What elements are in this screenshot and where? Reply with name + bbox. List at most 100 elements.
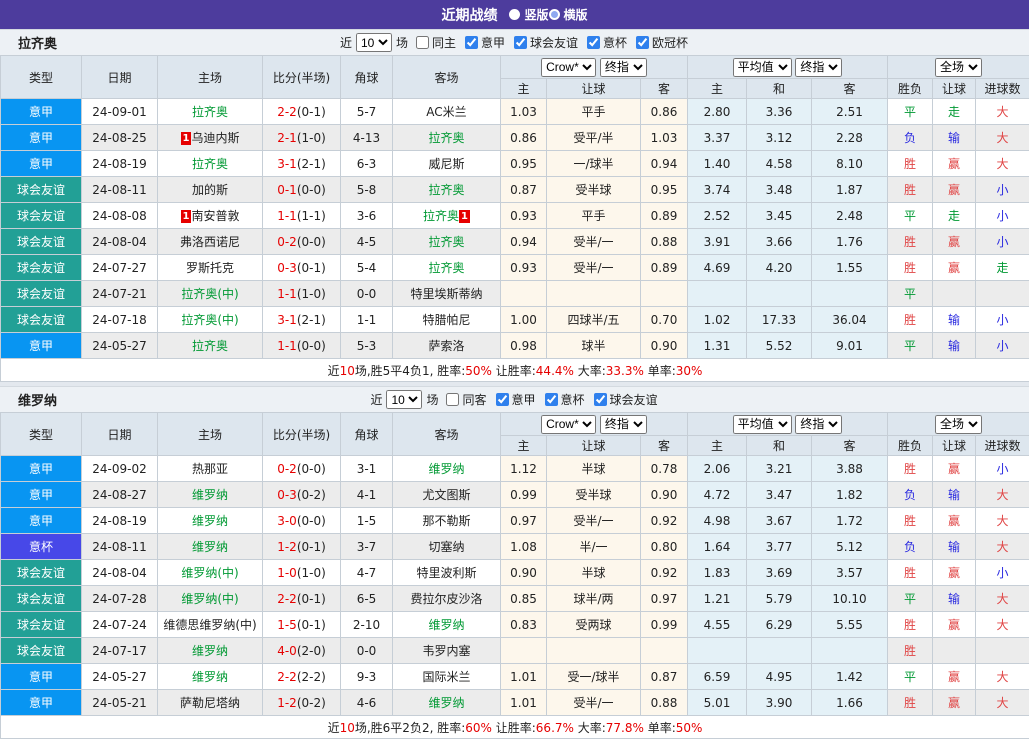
odds-handicap <box>547 638 641 664</box>
home-team-name[interactable]: 维罗纳 <box>192 514 228 528</box>
corners: 4-7 <box>341 560 393 586</box>
result-goals: 小 <box>976 456 1029 482</box>
match-count-select[interactable]: 10 <box>386 390 422 409</box>
away-team-name[interactable]: 拉齐奥 <box>428 235 464 249</box>
view-mode-radio[interactable]: 竖版 <box>509 6 548 23</box>
avg-provider-select[interactable]: 平均值 <box>733 415 792 434</box>
corners: 4-6 <box>341 690 393 716</box>
scope-select[interactable]: 全场 <box>935 415 982 434</box>
league-filter-checkbox[interactable] <box>636 36 649 49</box>
half-score: (0-2) <box>297 696 326 710</box>
league-badge: 球会友谊 <box>1 560 82 586</box>
full-score: 1-2 <box>277 540 297 554</box>
corners: 5-3 <box>341 333 393 359</box>
match-count-select[interactable]: 10 <box>356 33 392 52</box>
home-team-name[interactable]: 拉齐奥 <box>192 157 228 171</box>
odds-home: 1.01 <box>501 690 547 716</box>
odds-handicap: 球半 <box>547 333 641 359</box>
avg-final-select[interactable]: 终指 <box>795 415 842 434</box>
odds-handicap: 受一/球半 <box>547 664 641 690</box>
home-team-name[interactable]: 维罗纳 <box>192 488 228 502</box>
view-mode-radio[interactable]: 横版 <box>549 6 588 23</box>
half-score: (0-0) <box>297 183 326 197</box>
odds-home: 0.94 <box>501 229 547 255</box>
away-team-name[interactable]: 拉齐奥 <box>428 183 464 197</box>
odds-home: 1.08 <box>501 534 547 560</box>
match-date: 24-08-08 <box>82 203 158 229</box>
avg-draw: 3.67 <box>747 508 812 534</box>
result-outcome: 胜 <box>888 255 933 281</box>
table-row: 意甲24-08-27维罗纳0-3(0-2)4-1尤文图斯0.99受半球0.904… <box>1 482 1029 508</box>
league-badge: 意甲 <box>1 456 82 482</box>
sub-column-header: 进球数 <box>976 79 1029 99</box>
away-team-name[interactable]: 拉齐奥 <box>423 209 459 223</box>
home-team-name[interactable]: 拉齐奥(中) <box>181 313 238 327</box>
summary-segment: 33.3% <box>606 364 644 378</box>
sub-column-header: 让球 <box>933 79 976 99</box>
result-goals: 大 <box>976 508 1029 534</box>
home-team-name[interactable]: 维罗纳 <box>192 644 228 658</box>
league-filter-label: 意杯 <box>603 34 627 51</box>
home-team-name[interactable]: 拉齐奥(中) <box>181 287 238 301</box>
avg-draw: 3.90 <box>747 690 812 716</box>
odds-home: 1.01 <box>501 664 547 690</box>
result-handicap: 走 <box>933 203 976 229</box>
home-team-name[interactable]: 维罗纳 <box>192 670 228 684</box>
odds-handicap: 球半/两 <box>547 586 641 612</box>
home-team-name[interactable]: 拉齐奥 <box>192 105 228 119</box>
avg-away: 2.48 <box>812 203 888 229</box>
league-filter-checkbox[interactable] <box>545 393 558 406</box>
home-team-name: 维德思维罗纳(中) <box>163 618 256 632</box>
home-team-name[interactable]: 拉齐奥 <box>192 339 228 353</box>
result-handicap <box>933 281 976 307</box>
league-filter-checkbox[interactable] <box>587 36 600 49</box>
away-team-name[interactable]: 维罗纳 <box>428 618 464 632</box>
league-filter-checkbox[interactable] <box>496 393 509 406</box>
away-team-name[interactable]: 维罗纳 <box>428 696 464 710</box>
match-date: 24-07-21 <box>82 281 158 307</box>
league-filter-checkbox[interactable] <box>594 393 607 406</box>
home-team: 维罗纳 <box>158 508 263 534</box>
home-team-name[interactable]: 维罗纳(中) <box>181 592 238 606</box>
odds-away: 0.80 <box>641 534 688 560</box>
avg-provider-select[interactable]: 平均值 <box>733 58 792 77</box>
home-team-name[interactable]: 维罗纳 <box>192 540 228 554</box>
odds-handicap: 平手 <box>547 99 641 125</box>
corners: 3-1 <box>341 456 393 482</box>
odds-provider-select[interactable]: Crow* <box>541 415 596 434</box>
corners: 3-7 <box>341 534 393 560</box>
full-score: 1-2 <box>277 696 297 710</box>
odds-final-select[interactable]: 终指 <box>600 415 647 434</box>
section-header: 拉齐奥 近10场同主意甲球会友谊意杯欧冠杯 <box>0 29 1029 55</box>
same-venue-checkbox[interactable] <box>416 36 429 49</box>
column-group-header: 平均值 终指 <box>688 56 888 79</box>
corners: 6-3 <box>341 151 393 177</box>
sub-column-header: 主 <box>688 79 747 99</box>
sub-column-header: 和 <box>747 79 812 99</box>
away-team-name[interactable]: 拉齐奥 <box>428 131 464 145</box>
avg-final-select[interactable]: 终指 <box>795 58 842 77</box>
away-team-name[interactable]: 维罗纳 <box>428 462 464 476</box>
same-venue-checkbox[interactable] <box>446 393 459 406</box>
odds-final-select[interactable]: 终指 <box>600 58 647 77</box>
avg-draw <box>747 281 812 307</box>
league-badge: 意甲 <box>1 333 82 359</box>
avg-away: 1.55 <box>812 255 888 281</box>
score: 0-3(0-2) <box>263 482 341 508</box>
league-filter-checkbox[interactable] <box>514 36 527 49</box>
home-team: 拉齐奥 <box>158 151 263 177</box>
league-badge: 球会友谊 <box>1 638 82 664</box>
summary-segment: 大率: <box>574 721 606 735</box>
odds-provider-select[interactable]: Crow* <box>541 58 596 77</box>
filter-unit-label: 场 <box>426 391 438 408</box>
scope-select[interactable]: 全场 <box>935 58 982 77</box>
sub-column-header: 让球 <box>933 436 976 456</box>
league-filter-checkbox[interactable] <box>465 36 478 49</box>
half-score: (0-0) <box>297 462 326 476</box>
league-badge: 球会友谊 <box>1 307 82 333</box>
avg-draw: 3.12 <box>747 125 812 151</box>
away-team-name[interactable]: 拉齐奥 <box>428 261 464 275</box>
home-team-name[interactable]: 维罗纳(中) <box>181 566 238 580</box>
match-date: 24-09-01 <box>82 99 158 125</box>
header-row-groups: 类型日期主场比分(半场)角球客场Crow* 终指平均值 终指全场 <box>1 56 1029 79</box>
